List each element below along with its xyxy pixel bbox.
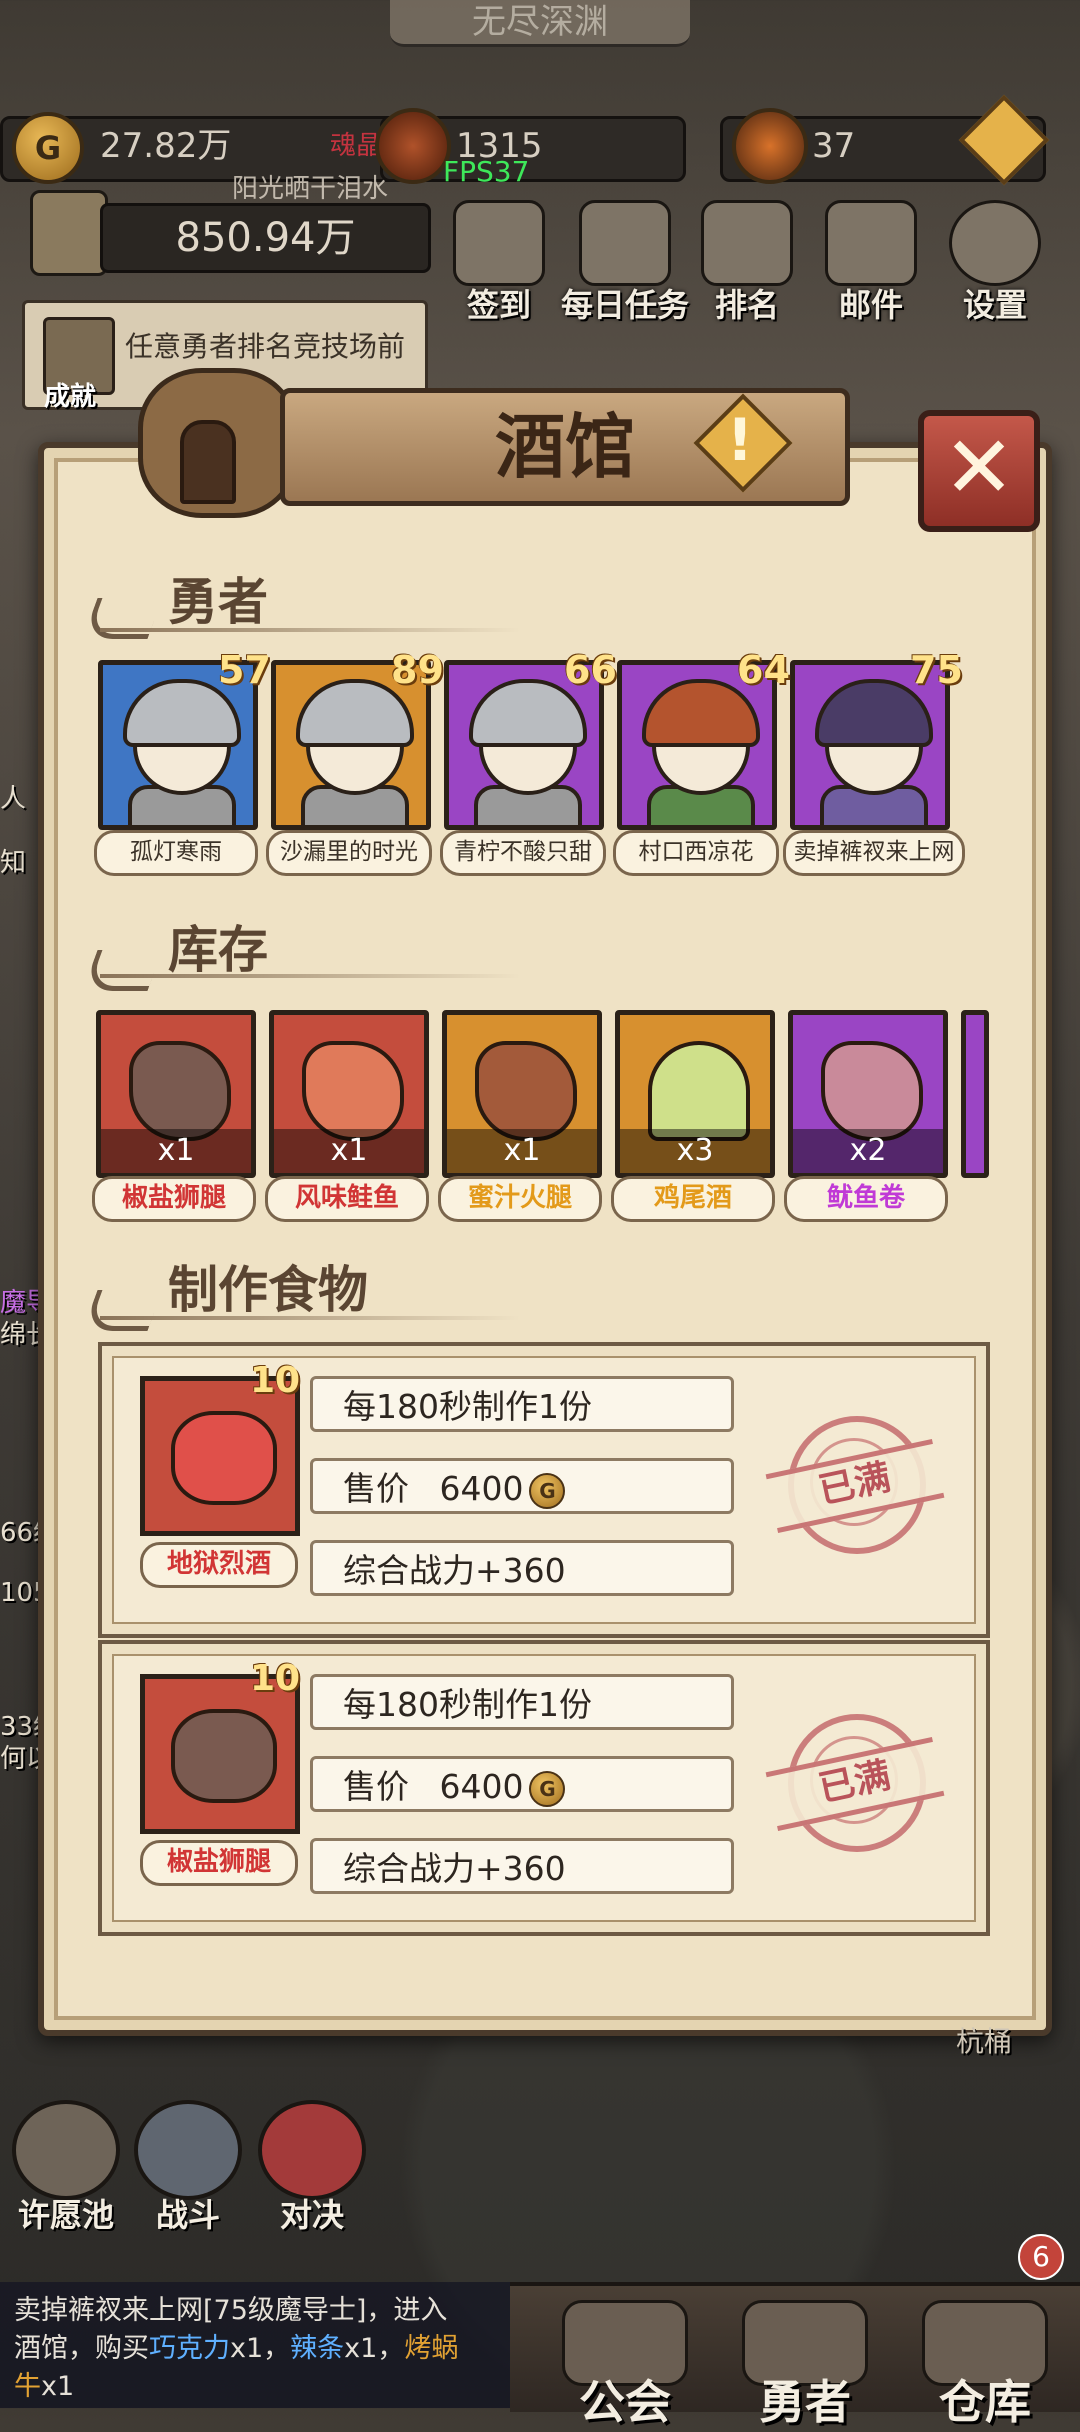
power-shield-icon [30,190,108,276]
close-button[interactable]: ✕ [918,410,1040,532]
fountain-icon [12,2100,120,2200]
fist-icon [258,2100,366,2200]
hero-level: 66 [564,648,617,692]
gold-coin-icon: G [12,112,84,184]
side-fragment: 人 [0,784,27,814]
inventory-name: 蜜汁火腿 [438,1176,602,1222]
craft-power: 综合战力+360 [310,1838,734,1894]
craft-recipe: 10 椒盐狮腿 每180秒制作1份 售价 6400 G 综合战力+360 已满 [98,1640,990,1936]
mail-button[interactable]: 邮件 [816,200,926,326]
ham-icon [475,1041,577,1141]
hero-name: 孤灯寒雨 [94,830,258,876]
inventory-item[interactable] [961,1010,989,1178]
craft-level: 10 [250,1360,301,1401]
lion-leg-icon [171,1709,277,1803]
craft-item-name: 椒盐狮腿 [140,1840,298,1886]
fps-counter: FPS37 [443,155,530,188]
craft-level: 10 [250,1658,301,1699]
salmon-icon [302,1041,404,1141]
mail-icon [825,200,917,286]
inventory-item[interactable]: x1 [442,1010,602,1178]
inventory-item[interactable]: x1 [269,1010,429,1178]
player-subtitle: 阳光晒干泪水 [232,174,389,204]
inventory-name: 鱿鱼卷 [784,1176,948,1222]
inventory-name: 鸡尾酒 [611,1176,775,1222]
ranking-button[interactable]: 排名 [692,200,802,326]
craft-price: 售价 6400 G [310,1756,734,1812]
info-icon-mark: ! [726,406,754,474]
hero-level: 57 [218,648,271,692]
zone-title: 无尽深渊 [390,0,690,47]
hero-level: 64 [737,648,790,692]
craft-rate: 每180秒制作1份 [310,1376,734,1432]
hero-level: 89 [391,648,444,692]
tavern-barrel-icon [118,368,298,538]
craft-price: 售价 6400 G [310,1458,734,1514]
hell-liquor-icon [171,1411,277,1505]
nav-guild[interactable]: 公会 [540,2300,710,2432]
settings-button[interactable]: 设置 [940,200,1050,326]
power-value: 850.94万 [100,203,431,273]
duel-button[interactable]: 对决 [252,2100,372,2236]
map-label: 杭桶 [956,2025,1013,2058]
inventory-item[interactable]: x1 [96,1010,256,1178]
crossed-swords-icon [134,2100,242,2200]
daily-tasks-button[interactable]: 每日任务 [560,200,690,326]
checkin-button[interactable]: 签到 [444,200,554,326]
scroll-icon [579,200,671,286]
side-fragment: 知 [0,848,27,878]
section-title-inventory: 库存 [168,921,268,979]
gold-coin-icon: G [529,1770,566,1807]
checkin-icon [453,200,545,286]
crown-icon [701,200,793,286]
gear-icon [949,200,1041,286]
lion-leg-icon [129,1041,231,1141]
cocktail-icon [648,1041,750,1141]
battle-button[interactable]: 战斗 [128,2100,248,2236]
hero-name: 青柠不酸只甜 [440,830,606,876]
wishing-pool-button[interactable]: 许愿池 [6,2100,126,2236]
crystal-icon [732,108,808,184]
achievement-label: 成就 [44,382,97,412]
craft-power: 综合战力+360 [310,1540,734,1596]
hero-level: 75 [910,648,963,692]
full-stamp: 已满 [765,1704,945,1854]
craft-item-name: 地狱烈酒 [140,1542,298,1588]
divider [100,974,520,978]
inventory-item[interactable]: x3 [615,1010,775,1178]
quest-text: 任意勇者排名竞技场前 [125,330,406,363]
gold-coin-icon: G [529,1472,566,1509]
inventory-name: 椒盐狮腿 [92,1176,256,1222]
divider [100,1316,520,1320]
nav-warehouse[interactable]: 仓库 [900,2300,1070,2432]
activity-log: 卖掉裤衩来上网[75级魔导士]，进入 酒馆，购买巧克力x1，辣条x1，烤蜗 牛x… [0,2282,510,2408]
craft-recipe: 10 地狱烈酒 每180秒制作1份 售价 6400 G 综合战力+360 已满 [98,1342,990,1638]
nav-heroes[interactable]: 勇者 [720,2300,890,2432]
divider [100,628,520,632]
crystal-value: 37 [812,126,856,166]
craft-rate: 每180秒制作1份 [310,1674,734,1730]
gold-value: 27.82万 [100,126,232,166]
hero-name: 村口西凉花 [613,830,779,876]
section-title-craft: 制作食物 [168,1261,368,1319]
squid-roll-icon [821,1041,923,1141]
section-title-heroes: 勇者 [168,573,268,631]
inventory-name: 风味鲑鱼 [265,1176,429,1222]
hero-name: 沙漏里的时光 [266,830,432,876]
full-stamp: 已满 [765,1406,945,1556]
inventory-item[interactable]: x2 [788,1010,948,1178]
hero-name: 卖掉裤衩来上网 [783,830,965,876]
notification-badge: 6 [1018,2234,1064,2280]
